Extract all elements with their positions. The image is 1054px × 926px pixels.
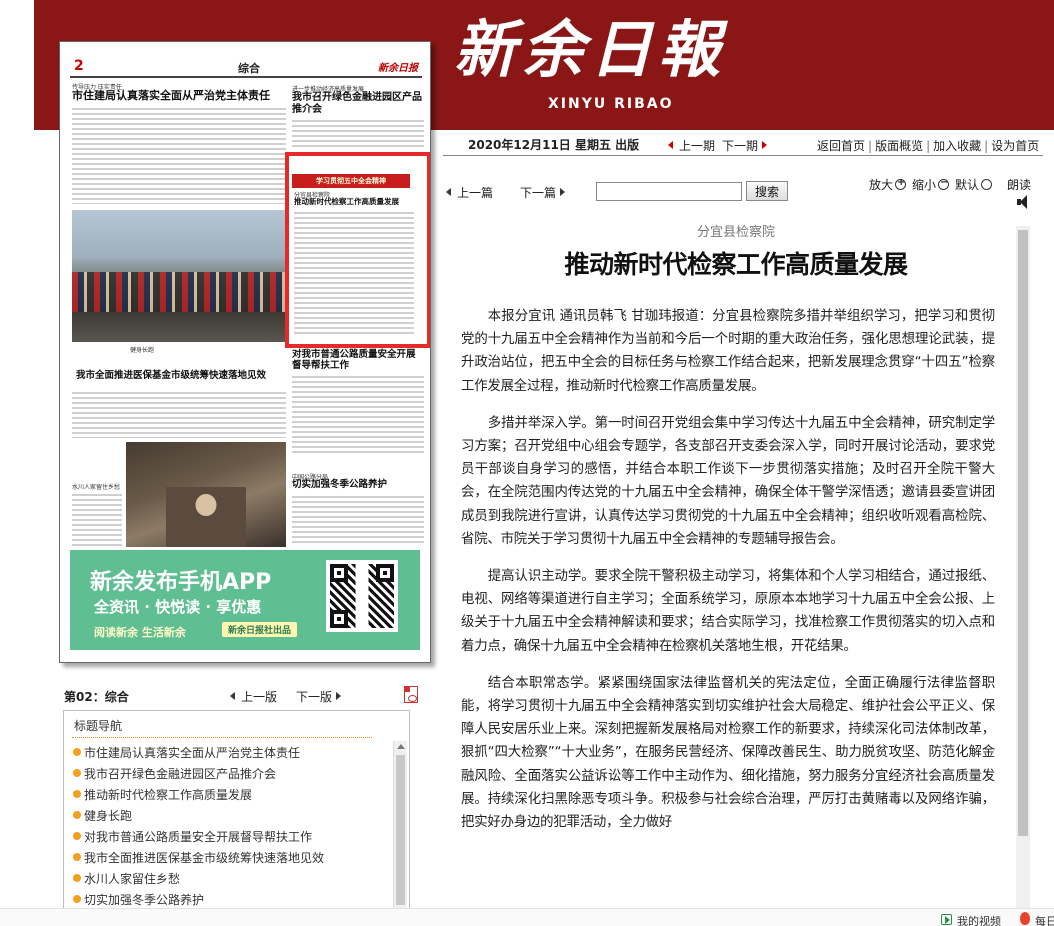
toc-item[interactable]: 推动新时代检察工作高质量发展 <box>72 785 390 806</box>
qr-code-icon <box>326 560 398 632</box>
zoom-out-icon[interactable] <box>938 177 950 190</box>
toc-item[interactable]: 我市召开绿色金融进园区产品推介会 <box>72 764 390 785</box>
title-navigation-panel: 标题导航 市住建局认真落实全面从严治党主体责任 我市召开绿色金融进园区产品推介会… <box>63 710 410 926</box>
article-link-winter-road[interactable]: 切实加强冬季公路养护 <box>292 479 424 491</box>
triangle-right-icon <box>336 692 342 700</box>
newspaper-page-thumbnail[interactable]: 2 综合 新余日报 传导压力 压实责任 市住建局认真落实全面从严治党主体责任 进… <box>59 41 431 663</box>
ad-tag: 新余日报社出品 <box>222 622 298 637</box>
text-columns <box>72 108 286 204</box>
app-advertisement[interactable]: 新余发布手机APP 全资讯 · 快悦读 · 享优惠 阅读新余 生活新余 新余日报… <box>70 550 420 650</box>
article-source: 分宜县检察院 <box>696 225 775 240</box>
toc-item[interactable]: 对我市普通公路质量安全开展督导帮扶工作 <box>72 827 390 848</box>
article-paragraph: 多措并举深入学。第一时间召开党组会集中学习传达十九届五中全会精神，研究制定学习方… <box>461 415 995 547</box>
next-page-link[interactable]: 下一版 <box>296 688 342 705</box>
toc-item[interactable]: 健身长跑 <box>72 806 390 827</box>
speaker-icon[interactable] <box>1017 195 1031 209</box>
masthead-title: 新余日報 <box>454 13 727 86</box>
triangle-left-icon <box>230 692 235 700</box>
page-logo: 新余日报 <box>378 63 418 74</box>
page-section: 综合 <box>238 62 260 75</box>
toc-title: 标题导航 <box>74 719 123 733</box>
article-link-road-quality[interactable]: 对我市普通公路质量安全开展督导帮扶工作 <box>292 349 424 372</box>
page-header: 2 综合 新余日报 <box>70 56 422 78</box>
page-navigation: 第02：综合 上一版 下一版 <box>64 686 424 706</box>
my-video-link[interactable]: 我的视频 <box>957 913 1001 926</box>
text-columns <box>72 392 286 438</box>
triangle-left-icon <box>668 141 673 149</box>
masthead-subtitle: XINYU RIBAO <box>548 96 674 112</box>
next-article-link[interactable]: 下一篇 <box>520 184 566 201</box>
search-input[interactable] <box>596 182 742 201</box>
text-columns <box>292 496 424 546</box>
read-aloud-control[interactable]: 朗读 <box>1007 176 1031 193</box>
top-links: 返回首页 | 版面概览 | 加入收藏 | 设为首页 <box>817 139 1040 153</box>
selected-article-highlight[interactable] <box>285 152 430 348</box>
next-issue-link[interactable]: 下一期 <box>722 137 768 154</box>
photo-caption: 健身长跑 <box>130 347 155 354</box>
toc-item[interactable]: 市住建局认真落实全面从严治党主体责任 <box>72 743 390 764</box>
toc-item[interactable]: 水川人家留住乡愁 <box>72 869 390 890</box>
article-link-housing[interactable]: 市住建局认真落实全面从严治党主体责任 <box>72 89 270 103</box>
photo-running[interactable] <box>72 210 286 342</box>
prev-page-link[interactable]: 上一版 <box>230 688 277 705</box>
text-columns <box>72 494 122 546</box>
article-paragraph: 本报分宜讯 通讯员韩飞 甘珈玮报道：分宜县检察院多措并举组织学习，把学习和贯彻党… <box>461 309 995 394</box>
prev-article-link[interactable]: 上一篇 <box>446 184 493 201</box>
issue-date: 2020年12月11日 星期五 出版 <box>468 138 640 152</box>
text-columns <box>292 120 424 150</box>
zoom-out-control[interactable]: 缩小 <box>912 176 950 193</box>
page-number: 2 <box>74 58 84 74</box>
toc-list: 市住建局认真落实全面从严治党主体责任 我市召开绿色金融进园区产品推介会 推动新时… <box>72 743 390 911</box>
article-scrollbar[interactable] <box>1016 226 1030 926</box>
caption-village: 水川人家留住乡愁 <box>72 484 121 491</box>
scroll-up-icon[interactable] <box>397 744 405 749</box>
photo-village[interactable] <box>126 442 286 547</box>
home-link[interactable]: 返回首页 <box>817 139 865 153</box>
set-homepage-link[interactable]: 设为首页 <box>991 139 1039 153</box>
bookmark-link[interactable]: 加入收藏 <box>933 139 981 153</box>
triangle-right-icon <box>762 141 768 149</box>
masthead-logo[interactable]: 新余日報 XINYU RIBAO <box>454 8 754 118</box>
toc-item[interactable]: 我市全面推进医保基金市级统筹快速落地见效 <box>72 848 390 869</box>
overview-link[interactable]: 版面概览 <box>875 139 923 153</box>
article-body: 本报分宜讯 通讯员韩飞 甘珈玮报道：分宜县检察院多措并举组织学习，把学习和贯彻党… <box>461 305 995 848</box>
video-icon[interactable] <box>941 914 952 925</box>
article-title: 推动新时代检察工作高质量发展 <box>564 250 908 279</box>
article-paragraph: 提高认识主动学。要求全院干警积极主动学习，将集体和个人学习相结合，通过报纸、电视… <box>461 569 995 654</box>
scrollbar-thumb[interactable] <box>1018 230 1028 836</box>
article-content: 分宜县检察院 推动新时代检察工作高质量发展 本报分宜讯 通讯员韩飞 甘珈玮报道：… <box>443 213 1029 926</box>
pdf-icon[interactable] <box>404 686 418 703</box>
article-link-green-finance[interactable]: 我市召开绿色金融进园区产品推介会 <box>292 92 424 115</box>
article-link-medical-insurance[interactable]: 我市全面推进医保基金市级统筹快速落地见效 <box>76 370 286 382</box>
fire-icon[interactable] <box>1020 912 1030 925</box>
article-paragraph: 结合本职常态学。紧紧围绕国家法律监督机关的宪法定位，全面正确履行法律监督职能，将… <box>461 675 995 831</box>
default-size-radio[interactable] <box>981 179 993 190</box>
default-size-control[interactable]: 默认 <box>955 176 993 193</box>
triangle-left-icon <box>446 188 451 196</box>
toc-scrollbar[interactable] <box>393 741 407 925</box>
text-columns <box>292 376 424 456</box>
search-button[interactable]: 搜索 <box>746 181 788 201</box>
zoom-in-control[interactable]: 放大 <box>869 176 907 193</box>
ad-title: 新余发布手机APP <box>90 570 272 595</box>
zoom-in-icon[interactable] <box>895 177 907 190</box>
current-page-label: 第02：综合 <box>64 690 129 704</box>
prev-issue-link[interactable]: 上一期 <box>668 137 715 154</box>
ad-slogan: 阅读新余 生活新余 <box>94 626 186 639</box>
bottom-bar <box>0 908 1054 926</box>
ad-subtitle: 全资讯 · 快悦读 · 享优惠 <box>94 598 262 616</box>
triangle-right-icon <box>560 188 566 196</box>
daily-link[interactable]: 每日 <box>1035 913 1054 926</box>
